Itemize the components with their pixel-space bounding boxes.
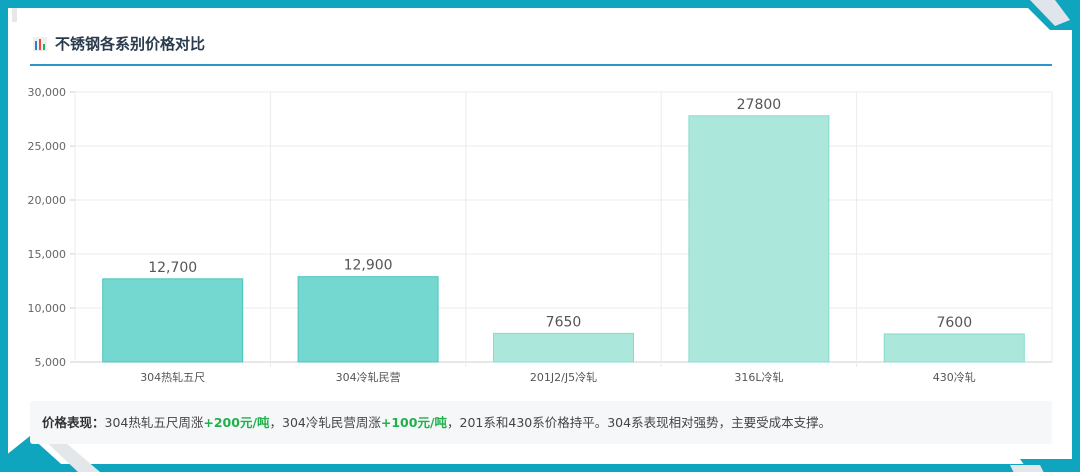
- bar: [688, 115, 830, 363]
- y-tick-label: 20,000: [28, 194, 67, 207]
- x-tick-label: 201J2/J5冷轧: [530, 370, 597, 384]
- note-text-2: ，304冷轧民营周涨: [269, 415, 381, 430]
- bar-value-label: 12,700: [148, 260, 197, 276]
- note-label: 价格表现：: [42, 415, 105, 430]
- bar: [297, 276, 439, 363]
- bar-value-label: 7600: [936, 315, 972, 331]
- y-tick-label: 30,000: [28, 86, 67, 99]
- note-increase-2: +100元/吨: [380, 415, 448, 430]
- x-tick-label: 304冷轧民营: [336, 370, 401, 384]
- bar: [102, 278, 244, 363]
- bar: [493, 332, 634, 363]
- y-tick-label: 15,000: [28, 248, 67, 261]
- price-performance-note: 价格表现：304热轧五尺周涨+200元/吨，304冷轧民营周涨+100元/吨，2…: [30, 401, 1052, 444]
- bar-value-label: 27800: [737, 97, 782, 113]
- y-tick-label: 25,000: [28, 140, 67, 153]
- y-tick-label: 10,000: [28, 302, 67, 315]
- bar-value-label: 7650: [546, 314, 582, 330]
- note-text-3: ，201系和430系价格持平。304系表现相对强势，主要受成本支撑。: [447, 415, 832, 430]
- x-tick-label: 304热轧五尺: [140, 370, 205, 384]
- x-tick-label: 316L冷轧: [734, 370, 783, 384]
- bar-value-label: 12,900: [344, 258, 393, 274]
- x-tick-label: 430冷轧: [933, 370, 976, 384]
- y-tick-label: 5,000: [35, 356, 67, 369]
- bar: [883, 333, 1025, 363]
- note-text-1: 304热轧五尺周涨: [104, 415, 204, 430]
- note-increase-1: +200元/吨: [203, 415, 270, 430]
